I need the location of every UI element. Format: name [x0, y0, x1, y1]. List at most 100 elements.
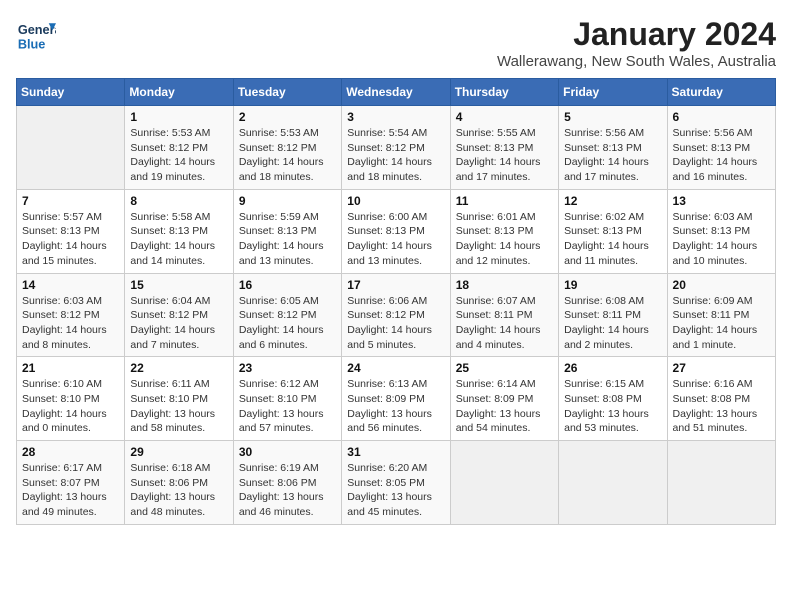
- svg-text:Blue: Blue: [18, 37, 46, 52]
- day-info: Sunrise: 5:57 AM Sunset: 8:13 PM Dayligh…: [22, 210, 119, 269]
- calendar-cell: 24Sunrise: 6:13 AM Sunset: 8:09 PM Dayli…: [342, 357, 450, 441]
- weekday-header-friday: Friday: [559, 79, 667, 106]
- day-info: Sunrise: 5:56 AM Sunset: 8:13 PM Dayligh…: [564, 126, 661, 185]
- day-info: Sunrise: 5:55 AM Sunset: 8:13 PM Dayligh…: [456, 126, 553, 185]
- day-number: 29: [130, 445, 227, 459]
- day-number: 30: [239, 445, 336, 459]
- day-number: 16: [239, 278, 336, 292]
- calendar-cell: 10Sunrise: 6:00 AM Sunset: 8:13 PM Dayli…: [342, 189, 450, 273]
- day-number: 26: [564, 361, 661, 375]
- day-info: Sunrise: 6:16 AM Sunset: 8:08 PM Dayligh…: [673, 377, 770, 436]
- calendar-cell: 7 Sunrise: 5:57 AM Sunset: 8:13 PM Daylig…: [17, 189, 125, 273]
- day-number: 7: [22, 194, 119, 208]
- calendar-cell: 12Sunrise: 6:02 AM Sunset: 8:13 PM Dayli…: [559, 189, 667, 273]
- weekday-header-sunday: Sunday: [17, 79, 125, 106]
- calendar-cell: 8Sunrise: 5:58 AM Sunset: 8:13 PM Daylig…: [125, 189, 233, 273]
- weekday-header-monday: Monday: [125, 79, 233, 106]
- day-info: Sunrise: 6:03 AM Sunset: 8:12 PM Dayligh…: [22, 294, 119, 353]
- calendar-cell: 29 Sunrise: 6:18 AM Sunset: 8:06 PM Dayli…: [125, 441, 233, 525]
- day-info: Sunrise: 6:19 AM Sunset: 8:06 PM Dayligh…: [239, 461, 336, 520]
- day-info: Sunrise: 6:08 AM Sunset: 8:11 PM Dayligh…: [564, 294, 661, 353]
- day-number: 31: [347, 445, 444, 459]
- day-number: 2: [239, 110, 336, 124]
- calendar-cell: 2 Sunrise: 5:53 AM Sunset: 8:12 PM Daylig…: [233, 106, 341, 190]
- calendar-cell: [17, 106, 125, 190]
- day-number: 20: [673, 278, 770, 292]
- day-number: 21: [22, 361, 119, 375]
- logo: General Blue: [16, 16, 60, 56]
- calendar-cell: 4 Sunrise: 5:55 AM Sunset: 8:13 PM Daylig…: [450, 106, 558, 190]
- day-number: 13: [673, 194, 770, 208]
- month-title: January 2024: [497, 16, 776, 53]
- calendar-cell: 19 Sunrise: 6:08 AM Sunset: 8:11 PM Dayli…: [559, 273, 667, 357]
- day-info: Sunrise: 5:53 AM Sunset: 8:12 PM Dayligh…: [239, 126, 336, 185]
- calendar-cell: 9 Sunrise: 5:59 AM Sunset: 8:13 PM Daylig…: [233, 189, 341, 273]
- calendar-cell: 3 Sunrise: 5:54 AM Sunset: 8:12 PM Daylig…: [342, 106, 450, 190]
- day-number: 28: [22, 445, 119, 459]
- day-number: 23: [239, 361, 336, 375]
- day-number: 4: [456, 110, 553, 124]
- calendar-cell: 21 Sunrise: 6:10 AM Sunset: 8:10 PM Dayli…: [17, 357, 125, 441]
- day-number: 11: [456, 194, 553, 208]
- day-info: Sunrise: 6:14 AM Sunset: 8:09 PM Dayligh…: [456, 377, 553, 436]
- calendar-cell: [450, 441, 558, 525]
- day-info: Sunrise: 6:04 AM Sunset: 8:12 PM Dayligh…: [130, 294, 227, 353]
- day-info: Sunrise: 6:07 AM Sunset: 8:11 PM Dayligh…: [456, 294, 553, 353]
- calendar-cell: 15 Sunrise: 6:04 AM Sunset: 8:12 PM Dayli…: [125, 273, 233, 357]
- calendar-cell: [667, 441, 775, 525]
- day-number: 19: [564, 278, 661, 292]
- day-info: Sunrise: 6:11 AM Sunset: 8:10 PM Dayligh…: [130, 377, 227, 436]
- day-number: 22: [130, 361, 227, 375]
- day-number: 25: [456, 361, 553, 375]
- day-info: Sunrise: 6:05 AM Sunset: 8:12 PM Dayligh…: [239, 294, 336, 353]
- day-number: 5: [564, 110, 661, 124]
- location: Wallerawang, New South Wales, Australia: [497, 53, 776, 70]
- calendar-cell: 31 Sunrise: 6:20 AM Sunset: 8:05 PM Dayli…: [342, 441, 450, 525]
- calendar-cell: 30 Sunrise: 6:19 AM Sunset: 8:06 PM Dayli…: [233, 441, 341, 525]
- day-number: 3: [347, 110, 444, 124]
- day-info: Sunrise: 5:54 AM Sunset: 8:12 PM Dayligh…: [347, 126, 444, 185]
- day-info: Sunrise: 5:59 AM Sunset: 8:13 PM Dayligh…: [239, 210, 336, 269]
- day-info: Sunrise: 6:03 AM Sunset: 8:13 PM Dayligh…: [673, 210, 770, 269]
- day-info: Sunrise: 6:17 AM Sunset: 8:07 PM Dayligh…: [22, 461, 119, 520]
- day-number: 24: [347, 361, 444, 375]
- calendar-cell: 25 Sunrise: 6:14 AM Sunset: 8:09 PM Dayli…: [450, 357, 558, 441]
- calendar-cell: 1 Sunrise: 5:53 AM Sunset: 8:12 PM Daylig…: [125, 106, 233, 190]
- day-info: Sunrise: 6:12 AM Sunset: 8:10 PM Dayligh…: [239, 377, 336, 436]
- calendar-cell: 18 Sunrise: 6:07 AM Sunset: 8:11 PM Dayli…: [450, 273, 558, 357]
- calendar-cell: 13 Sunrise: 6:03 AM Sunset: 8:13 PM Dayli…: [667, 189, 775, 273]
- weekday-header-saturday: Saturday: [667, 79, 775, 106]
- day-info: Sunrise: 6:10 AM Sunset: 8:10 PM Dayligh…: [22, 377, 119, 436]
- day-info: Sunrise: 6:18 AM Sunset: 8:06 PM Dayligh…: [130, 461, 227, 520]
- calendar-cell: 22 Sunrise: 6:11 AM Sunset: 8:10 PM Dayli…: [125, 357, 233, 441]
- day-number: 27: [673, 361, 770, 375]
- calendar-cell: 23 Sunrise: 6:12 AM Sunset: 8:10 PM Dayli…: [233, 357, 341, 441]
- calendar-cell: 28 Sunrise: 6:17 AM Sunset: 8:07 PM Dayli…: [17, 441, 125, 525]
- header: General Blue January 2024 Wallerawang, N…: [16, 16, 776, 70]
- calendar-cell: 14Sunrise: 6:03 AM Sunset: 8:12 PM Dayli…: [17, 273, 125, 357]
- day-info: Sunrise: 5:58 AM Sunset: 8:13 PM Dayligh…: [130, 210, 227, 269]
- day-info: Sunrise: 6:15 AM Sunset: 8:08 PM Dayligh…: [564, 377, 661, 436]
- day-number: 17: [347, 278, 444, 292]
- day-info: Sunrise: 6:09 AM Sunset: 8:11 PM Dayligh…: [673, 294, 770, 353]
- day-info: Sunrise: 5:53 AM Sunset: 8:12 PM Dayligh…: [130, 126, 227, 185]
- title-area: January 2024 Wallerawang, New South Wale…: [497, 16, 776, 70]
- day-info: Sunrise: 6:02 AM Sunset: 8:13 PM Dayligh…: [564, 210, 661, 269]
- day-number: 18: [456, 278, 553, 292]
- calendar-cell: 11 Sunrise: 6:01 AM Sunset: 8:13 PM Dayli…: [450, 189, 558, 273]
- day-info: Sunrise: 6:20 AM Sunset: 8:05 PM Dayligh…: [347, 461, 444, 520]
- day-number: 9: [239, 194, 336, 208]
- calendar-cell: [559, 441, 667, 525]
- calendar-cell: 16 Sunrise: 6:05 AM Sunset: 8:12 PM Dayli…: [233, 273, 341, 357]
- weekday-header-tuesday: Tuesday: [233, 79, 341, 106]
- day-number: 15: [130, 278, 227, 292]
- calendar-cell: 5 Sunrise: 5:56 AM Sunset: 8:13 PM Daylig…: [559, 106, 667, 190]
- day-info: Sunrise: 5:56 AM Sunset: 8:13 PM Dayligh…: [673, 126, 770, 185]
- day-info: Sunrise: 6:06 AM Sunset: 8:12 PM Dayligh…: [347, 294, 444, 353]
- day-number: 1: [130, 110, 227, 124]
- calendar-cell: 6 Sunrise: 5:56 AM Sunset: 8:13 PM Daylig…: [667, 106, 775, 190]
- day-info: Sunrise: 6:01 AM Sunset: 8:13 PM Dayligh…: [456, 210, 553, 269]
- calendar-cell: 20 Sunrise: 6:09 AM Sunset: 8:11 PM Dayli…: [667, 273, 775, 357]
- day-number: 6: [673, 110, 770, 124]
- day-number: 10: [347, 194, 444, 208]
